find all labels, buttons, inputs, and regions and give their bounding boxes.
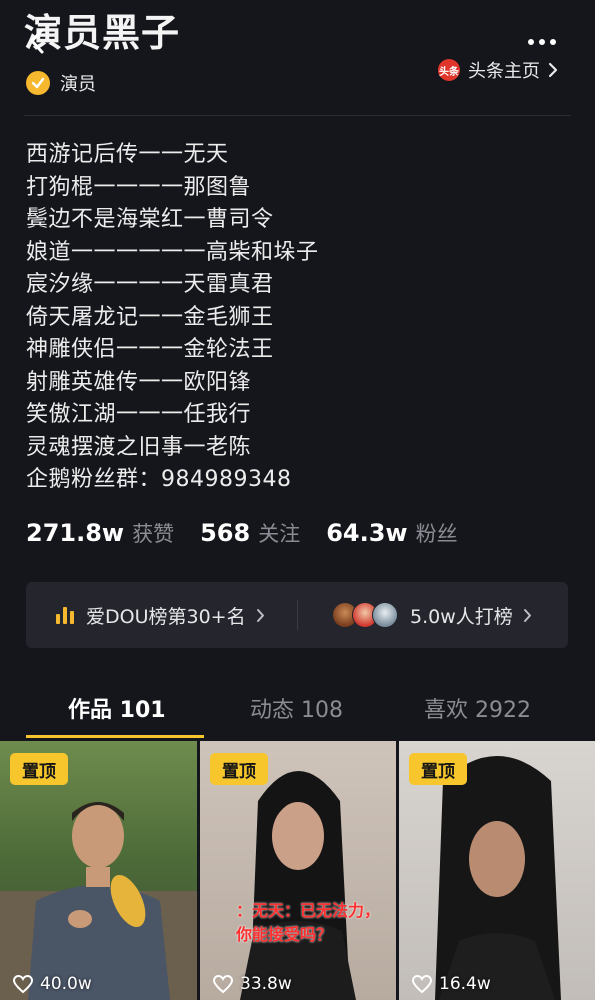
video-caption: ：无天：已无法力， 你能接受吗？ [236, 899, 396, 947]
avatar [372, 602, 398, 628]
verification-row: 演员 [26, 70, 96, 96]
fans-count[interactable]: 64.3w [326, 519, 407, 547]
bars-icon [56, 607, 74, 624]
bio-line: 娘道一一一一一一高柴和垛子 [26, 239, 319, 265]
tab-works[interactable]: 作品 101 [68, 692, 166, 724]
stats-row: 271.8w 获赞 568 关注 64.3w 粉丝 [26, 518, 484, 548]
caption-line: 你能接受吗？ [236, 925, 333, 944]
fans-label[interactable]: 粉丝 [416, 518, 458, 548]
caption-line: ：无天：已无法力， [236, 901, 381, 920]
bio-line: 笑傲江湖一一一任我行 [26, 402, 252, 427]
following-count[interactable]: 568 [200, 519, 250, 547]
chevron-right-icon [548, 62, 558, 78]
like-row: 40.0w [12, 974, 92, 994]
heart-icon [411, 974, 433, 994]
like-count: 40.0w [40, 974, 92, 994]
bio-line: 灵魂摆渡之旧事一老陈 [26, 434, 252, 460]
fan-support-label: 5.0w人打榜 [410, 605, 513, 628]
tab-likes[interactable]: 喜欢 2922 [424, 692, 531, 724]
chevron-right-icon [523, 608, 531, 622]
divider [24, 115, 571, 116]
like-row: 33.8w [212, 974, 292, 994]
likes-count: 271.8w [26, 519, 125, 547]
likes-label: 获赞 [132, 522, 175, 546]
fan-support-link[interactable]: 5.0w人打榜 [332, 601, 532, 629]
heart-icon [212, 974, 234, 994]
video-thumbnail[interactable]: 置顶 16.4w [399, 741, 595, 1000]
tab-dynamic[interactable]: 动态 108 [250, 692, 343, 724]
like-row: 16.4w [411, 974, 491, 994]
toutiao-label: 头条主页 [468, 61, 540, 82]
pinned-badge: 置顶 [210, 753, 268, 785]
heart-icon [12, 974, 34, 994]
bio-line: 西游记后传一一无天 [26, 142, 229, 167]
video-thumbnail[interactable]: 置顶 40.0w [0, 741, 197, 1000]
toutiao-logo: 头条 [438, 59, 460, 81]
verified-check-icon [26, 71, 50, 95]
bio-line: 鬓边不是海棠红一曹司令 [26, 207, 274, 232]
tab-active-indicator [26, 735, 204, 738]
bio-line: 打狗棍一一一一那图鲁 [26, 174, 252, 200]
bio: 西游记后传一一无天 打狗棍一一一一那图鲁 鬓边不是海棠红一曹司令 娘道一一一一一… [26, 139, 566, 497]
verified-label: 演员 [60, 74, 96, 95]
dou-rank-link[interactable]: 爱DOU榜第30+名 [54, 601, 265, 629]
divider [297, 600, 298, 630]
bio-line: 射雕英雄传一一欧阳锋 [26, 369, 252, 395]
pinned-badge: 置顶 [409, 753, 467, 785]
bio-line: 宸汐缘一一一一天雷真君 [26, 272, 274, 297]
like-count: 16.4w [439, 974, 491, 994]
chevron-right-icon [256, 608, 264, 622]
profile-name: 演员黑子 [24, 11, 181, 55]
fan-group-line: 企鹅粉丝群：984989348 [26, 467, 292, 492]
bio-line: 倚天屠龙记一一金毛狮王 [26, 304, 274, 330]
rank-label: 爱DOU榜第30+名 [86, 605, 246, 628]
pinned-badge: 置顶 [10, 753, 68, 785]
more-icon[interactable] [526, 36, 558, 48]
rank-card: 爱DOU榜第30+名 5.0w人打榜 [26, 582, 568, 648]
bio-line: 神雕侠侣一一一金轮法王 [26, 337, 274, 362]
toutiao-homepage-link[interactable]: 头条 头条主页 [438, 58, 558, 82]
back-icon[interactable] [28, 26, 46, 56]
following-label[interactable]: 关注 [258, 518, 300, 548]
video-thumbnail[interactable]: 置顶 ：无天：已无法力， 你能接受吗？ 33.8w [200, 741, 396, 1000]
like-count: 33.8w [240, 974, 292, 994]
